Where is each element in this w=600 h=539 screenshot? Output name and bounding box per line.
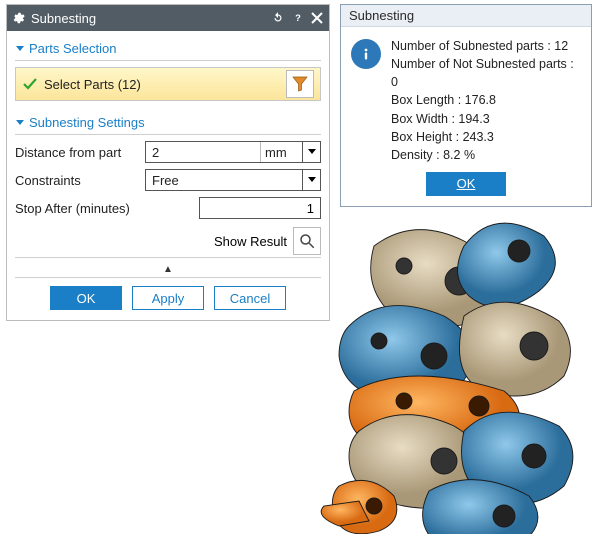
show-result-row: Show Result	[15, 227, 321, 255]
info-list: Number of Subnested parts12 Number of No…	[391, 37, 581, 164]
divider	[15, 134, 321, 135]
panel-body: Parts Selection Select Parts (12) Subnes…	[7, 31, 329, 320]
apply-button[interactable]: Apply	[132, 286, 204, 310]
divider	[15, 257, 321, 258]
3d-viewport[interactable]	[314, 196, 598, 534]
dialog-title: Subnesting	[341, 5, 591, 27]
subnesting-settings-header[interactable]: Subnesting Settings	[15, 111, 321, 132]
info-dialog: Subnesting Number of Subnested parts12 N…	[340, 4, 592, 207]
select-parts-row[interactable]: Select Parts (12)	[15, 67, 321, 101]
dialog-ok-button[interactable]: OK	[426, 172, 506, 196]
info-line: Density8.2 %	[391, 146, 581, 164]
stop-after-row: Stop After (minutes)	[15, 197, 321, 219]
cancel-button[interactable]: Cancel	[214, 286, 286, 310]
distance-unit: mm	[260, 142, 302, 162]
panel-button-row: OK Apply Cancel	[15, 286, 321, 312]
chevron-down-icon	[15, 44, 25, 54]
info-line: Box Length176.8	[391, 91, 581, 109]
divider	[15, 277, 321, 278]
panel-titlebar: Subnesting ?	[7, 5, 329, 31]
refresh-icon[interactable]	[271, 11, 285, 25]
parts-selection-header[interactable]: Parts Selection	[15, 37, 321, 58]
divider	[15, 60, 321, 61]
panel-title: Subnesting	[31, 11, 265, 26]
settings-label: Subnesting Settings	[29, 115, 145, 130]
show-result-label: Show Result	[214, 234, 287, 249]
chevron-down-icon	[15, 118, 25, 128]
filter-funnel-icon[interactable]	[286, 70, 314, 98]
distance-row: Distance from part 2 mm	[15, 141, 321, 163]
close-icon[interactable]	[311, 12, 323, 24]
distance-label: Distance from part	[15, 145, 145, 160]
dialog-body: Number of Subnested parts12 Number of No…	[341, 27, 591, 168]
distance-combo[interactable]: 2 mm	[145, 141, 321, 163]
info-line: Number of Not Subnested parts0	[391, 55, 581, 91]
subnesting-panel: Subnesting ? Parts Selection Select Part…	[6, 4, 330, 321]
chevron-down-icon[interactable]	[302, 142, 320, 162]
subnested-parts-icon	[314, 196, 598, 534]
collapse-grip-icon[interactable]: ▲	[15, 264, 321, 275]
svg-text:?: ?	[295, 13, 301, 23]
info-icon	[351, 39, 381, 69]
select-parts-label: Select Parts (12)	[44, 77, 280, 92]
info-line: Box Width194.3	[391, 110, 581, 128]
constraints-value[interactable]: Free	[146, 170, 302, 190]
constraints-row: Constraints Free	[15, 169, 321, 191]
constraints-combo[interactable]: Free	[145, 169, 321, 191]
info-line: Box Height243.3	[391, 128, 581, 146]
parts-selection-label: Parts Selection	[29, 41, 116, 56]
gear-icon[interactable]	[11, 11, 25, 25]
distance-value[interactable]: 2	[146, 142, 260, 162]
constraints-label: Constraints	[15, 173, 145, 188]
stop-after-input[interactable]	[199, 197, 321, 219]
stop-after-label: Stop After (minutes)	[15, 201, 195, 216]
check-icon	[22, 76, 38, 92]
help-icon[interactable]: ?	[291, 11, 305, 25]
info-line: Number of Subnested parts12	[391, 37, 581, 55]
chevron-down-icon[interactable]	[302, 170, 320, 190]
ok-button[interactable]: OK	[50, 286, 122, 310]
